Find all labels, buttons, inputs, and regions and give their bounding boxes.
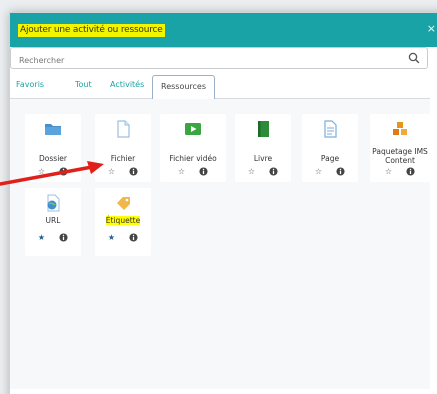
tab-bar: Favoris Tout Activités Ressources (10, 75, 430, 100)
modal-title: Ajouter une activité ou ressource (18, 24, 165, 37)
info-icon[interactable] (269, 167, 278, 176)
resource-card-fichier-video[interactable]: Fichier vidéo ☆ (160, 114, 226, 182)
resource-card-page[interactable]: Page ☆ (302, 114, 358, 182)
resource-label: Livre (253, 154, 273, 163)
info-icon[interactable] (199, 167, 208, 176)
star-filled-icon[interactable]: ★ (108, 233, 115, 242)
resource-card-livre[interactable]: Livre ☆ (235, 114, 291, 182)
resource-card-paquetage-ims[interactable]: Paquetage IMS Content ☆ (370, 114, 430, 182)
label-tag-icon (117, 197, 130, 210)
close-icon[interactable]: × (427, 23, 436, 35)
resource-label: URL (45, 216, 61, 225)
resource-label: Étiquette (105, 216, 141, 225)
red-arrow-annotation (0, 161, 104, 186)
info-icon[interactable] (336, 167, 345, 176)
star-icon[interactable]: ☆ (248, 167, 255, 176)
info-icon[interactable] (406, 167, 415, 176)
tab-ressources[interactable]: Ressources (152, 75, 216, 100)
star-filled-icon[interactable]: ★ (38, 233, 45, 242)
resource-label: Page (320, 154, 340, 163)
tab-tout[interactable]: Tout (75, 80, 92, 89)
resource-label: Paquetage IMS (372, 147, 428, 156)
folder-icon (45, 124, 61, 135)
resources-panel: Dossier ☆ Fichier ☆ Fichier vidéo ☆ Livr… (10, 99, 430, 389)
tab-activites[interactable]: Activités (110, 80, 144, 89)
resource-label: Fichier vidéo (169, 154, 217, 163)
file-icon (117, 120, 130, 138)
star-icon[interactable]: ☆ (315, 167, 322, 176)
info-icon[interactable] (59, 233, 68, 242)
tab-favoris[interactable]: Favoris (16, 80, 44, 89)
package-icon (393, 122, 407, 135)
video-icon (185, 123, 201, 135)
page-icon (324, 120, 337, 138)
info-icon[interactable] (129, 167, 138, 176)
search-input[interactable] (11, 50, 427, 71)
info-icon[interactable] (129, 233, 138, 242)
resource-label-line2: Content (385, 156, 415, 165)
search-icon[interactable] (407, 51, 421, 65)
modal-header: Ajouter une activité ou ressource × (10, 13, 437, 47)
book-icon (258, 121, 269, 137)
star-icon[interactable]: ☆ (178, 167, 185, 176)
search-box (10, 47, 428, 71)
star-icon[interactable]: ☆ (385, 167, 392, 176)
